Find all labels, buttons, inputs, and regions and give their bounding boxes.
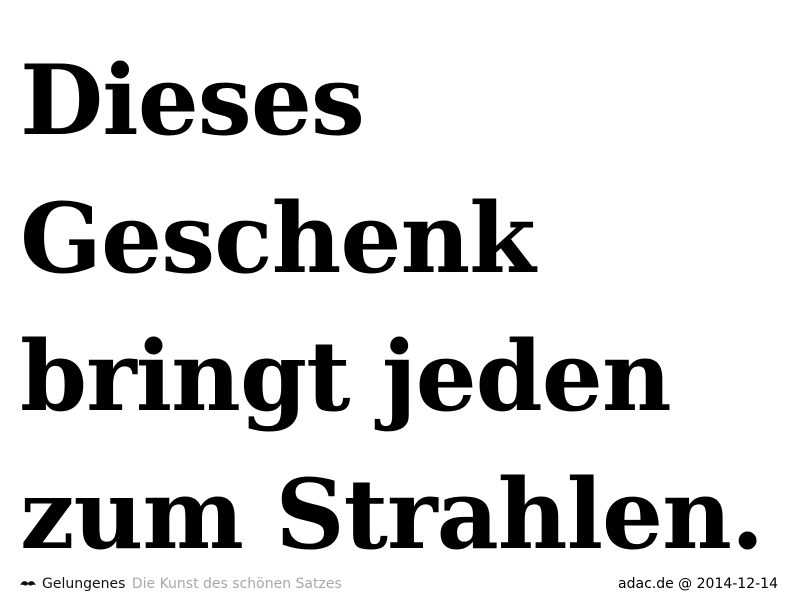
brand-tagline: Die Kunst des schönen Satzes [131, 576, 342, 592]
headline-line-4: zum Strahlen. [20, 458, 764, 571]
footer-brand-group[interactable]: Gelungenes Die Kunst des schönen Satzes [20, 573, 342, 595]
footer: Gelungenes Die Kunst des schönen Satzes … [20, 573, 778, 595]
mustache-icon [20, 574, 36, 586]
headline-line-3: bringt jeden [20, 320, 672, 433]
headline-line-2: Geschenk [20, 182, 536, 295]
source-credit: adac.de @ 2014-12-14 [618, 576, 778, 592]
headline-line-1: Dieses [20, 44, 365, 157]
headline: Dieses Geschenk bringt jeden zum Strahle… [20, 32, 764, 584]
brand-name[interactable]: Gelungenes [42, 576, 125, 592]
